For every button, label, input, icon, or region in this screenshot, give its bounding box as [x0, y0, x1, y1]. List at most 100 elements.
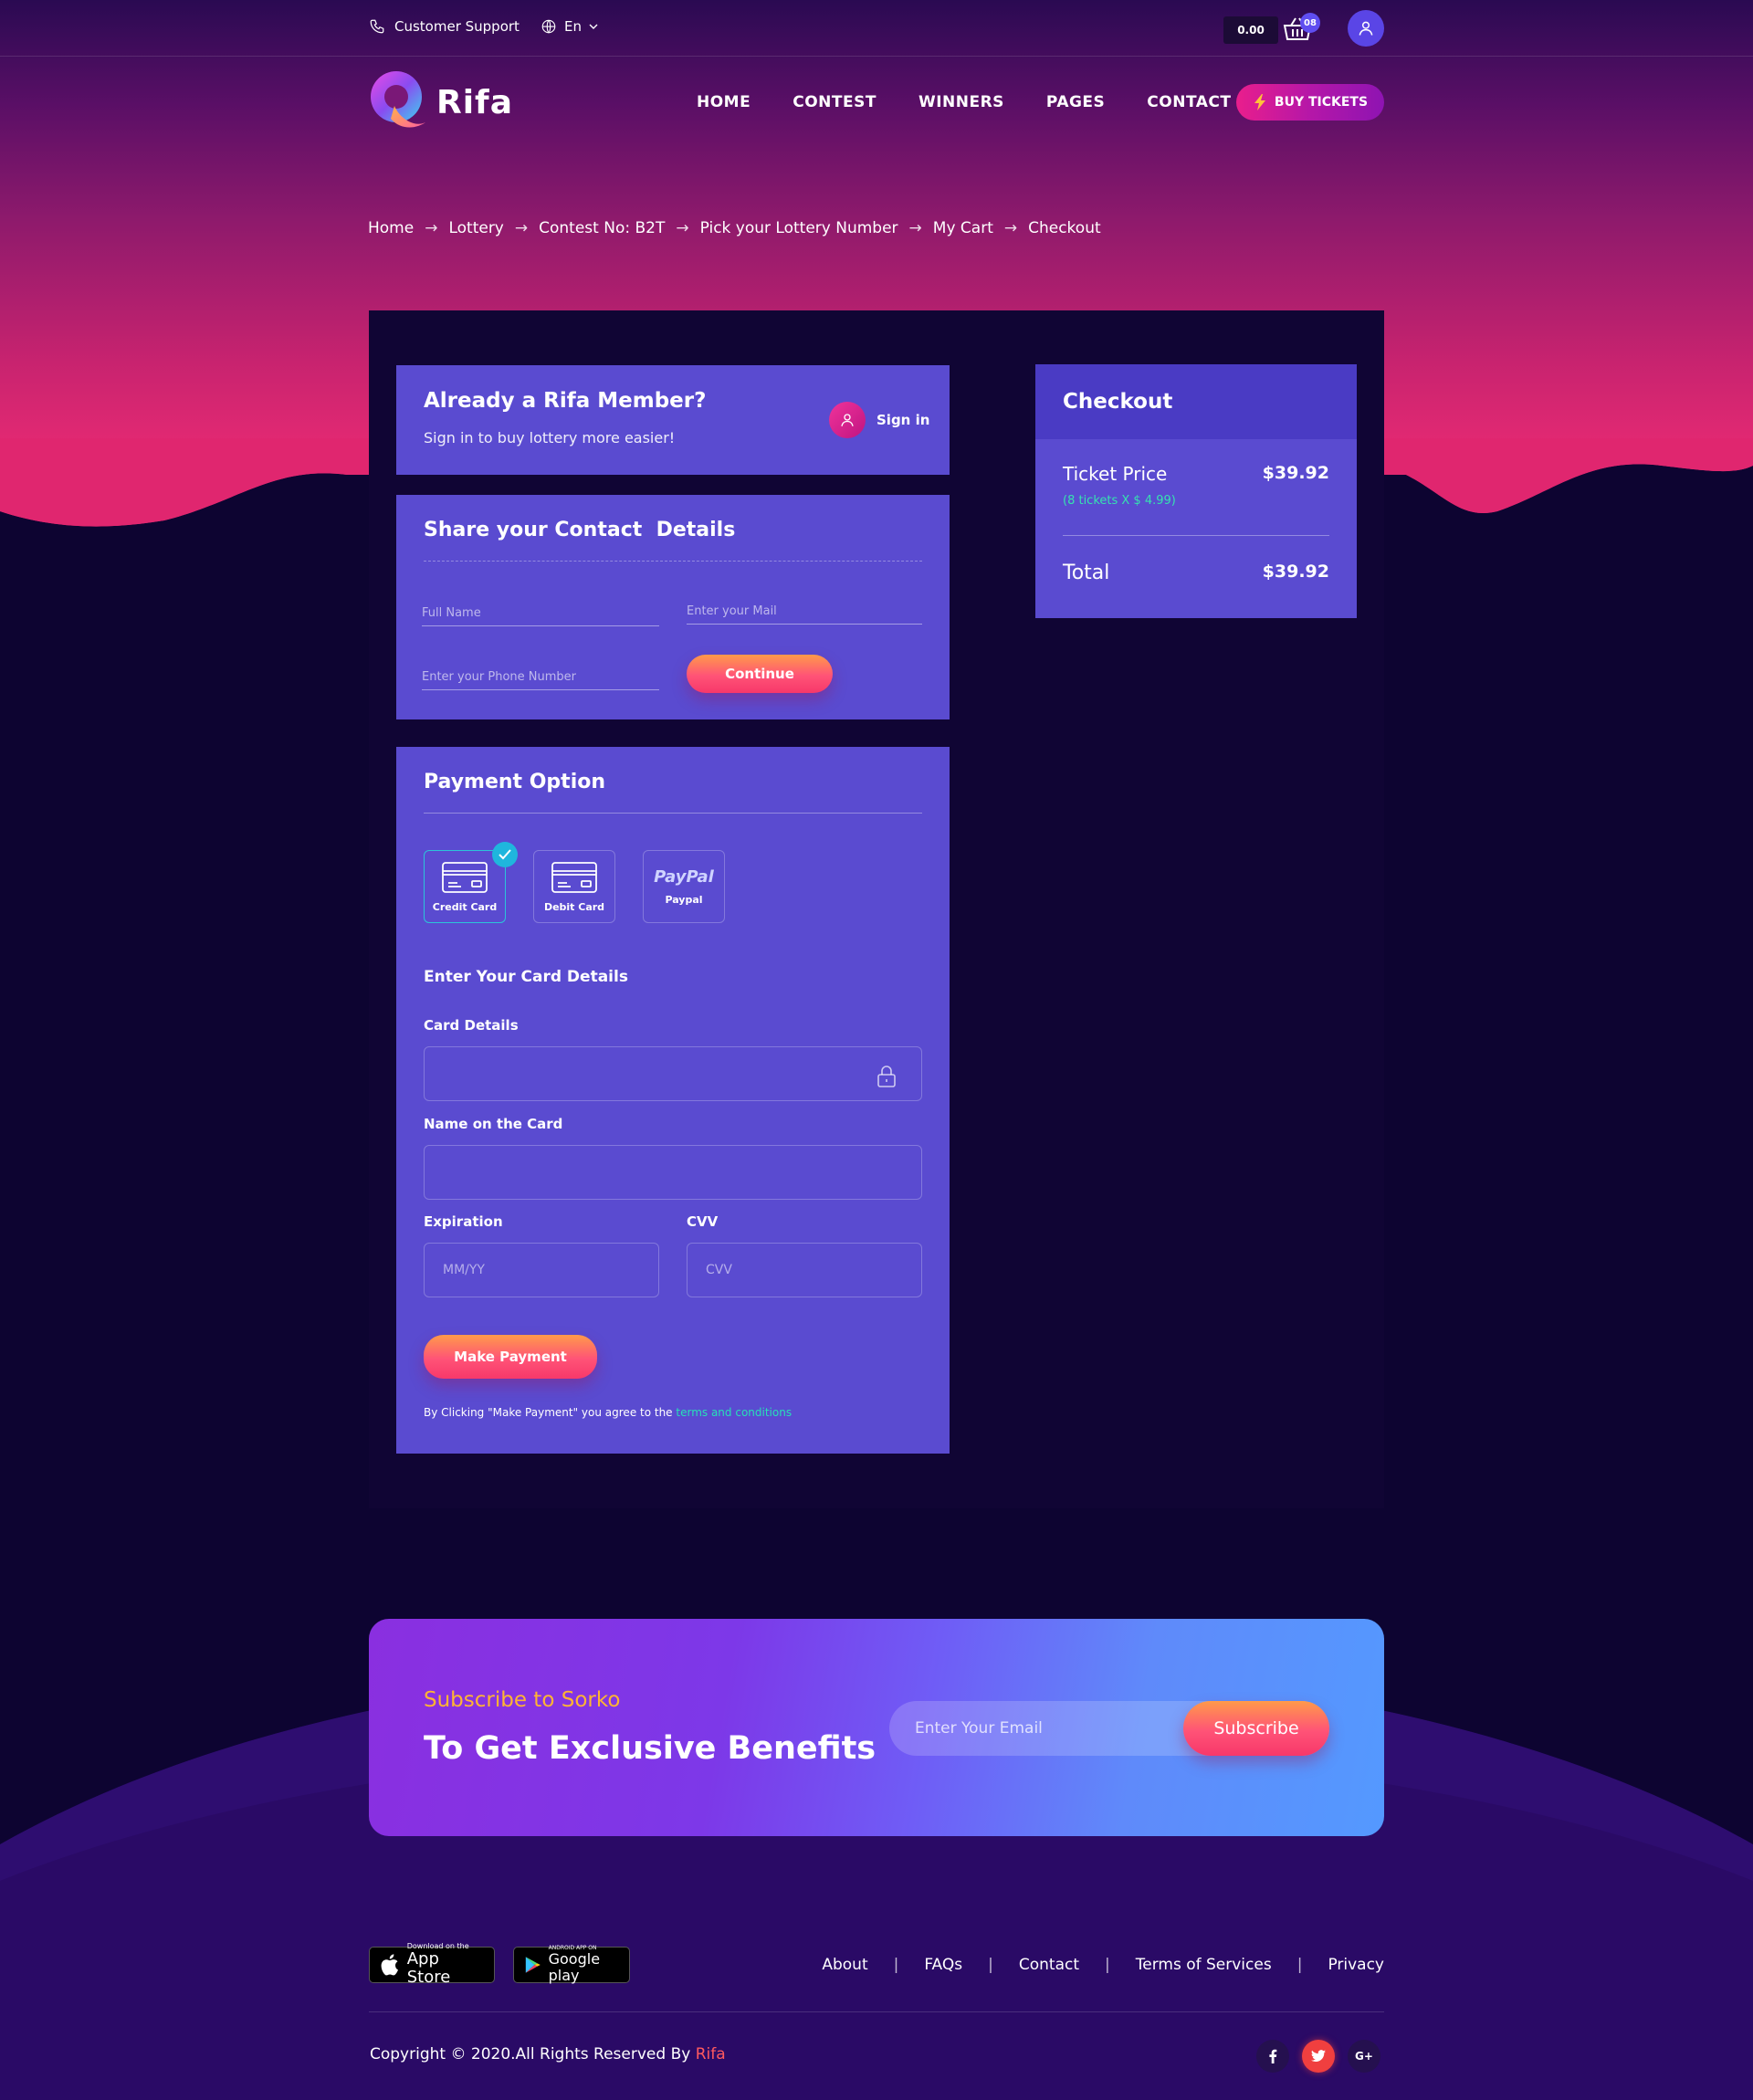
apple-icon: [381, 1954, 399, 1976]
google-plus-label: G+: [1355, 2050, 1373, 2063]
buy-tickets-label: BUY TICKETS: [1274, 95, 1369, 110]
footer-link-terms[interactable]: Terms of Services: [1136, 1956, 1272, 1974]
divider: [424, 561, 922, 562]
sign-in-avatar: [829, 402, 866, 438]
full-name-input[interactable]: [422, 593, 659, 626]
copyright: Copyright © 2020.All Rights Reserved By …: [370, 2045, 726, 2063]
phone-input[interactable]: [422, 657, 659, 690]
nav-pages[interactable]: PAGES: [1046, 93, 1105, 111]
phone-icon: [370, 19, 384, 34]
nav-winners[interactable]: WINNERS: [918, 93, 1004, 111]
payment-option-title: Payment Option: [424, 771, 606, 793]
brand-logo[interactable]: Rifa: [367, 68, 513, 137]
paypal-icon: PayPal: [654, 867, 714, 887]
subscribe-email-input[interactable]: [889, 1701, 1181, 1756]
divider: [424, 813, 922, 814]
arrow-right-icon: →: [514, 219, 529, 237]
customer-support-label: Customer Support: [394, 18, 520, 35]
globe-icon: [541, 19, 556, 34]
card-details-label: Card Details: [424, 1017, 519, 1034]
arrow-right-icon: →: [676, 219, 689, 237]
social-links: G+: [1256, 2040, 1380, 2073]
cvv-label: CVV: [687, 1213, 719, 1230]
terms-link[interactable]: terms and conditions: [676, 1406, 792, 1419]
main-nav: Rifa HOME CONTEST WINNERS PAGES CONTACT …: [0, 57, 1753, 148]
facebook-icon[interactable]: [1256, 2040, 1289, 2073]
subscribe-banner: Subscribe to Sorko To Get Exclusive Bene…: [369, 1619, 1384, 1836]
separator: |: [988, 1956, 993, 1974]
google-play-text: ANDROID APP ON Google play: [549, 1946, 618, 1983]
terms-text: By Clicking "Make Payment" you agree to …: [424, 1406, 677, 1419]
breadcrumb: Home → Lottery → Contest No: B2T → Pick …: [368, 219, 1101, 237]
user-account-button[interactable]: [1348, 10, 1384, 47]
nav-links: HOME CONTEST WINNERS PAGES CONTACT: [697, 93, 1273, 111]
subscribe-button[interactable]: Subscribe: [1183, 1701, 1329, 1756]
nav-contact[interactable]: CONTACT: [1147, 93, 1231, 111]
footer-link-faqs[interactable]: FAQs: [924, 1956, 962, 1974]
ticket-price-value: $39.92: [1262, 463, 1329, 483]
card-details-section-title: Enter Your Card Details: [424, 968, 628, 986]
user-icon: [1359, 21, 1373, 36]
google-plus-icon[interactable]: G+: [1348, 2040, 1380, 2073]
footer-link-about[interactable]: About: [822, 1956, 867, 1974]
name-on-card-input[interactable]: [424, 1145, 922, 1200]
chevron-down-icon: [589, 24, 598, 29]
card-details-input[interactable]: [424, 1046, 922, 1101]
payment-option-credit-card[interactable]: Credit Card: [424, 842, 518, 923]
lightning-icon: [1254, 94, 1265, 110]
footer-divider: [369, 2011, 1384, 2012]
sign-in-label: Sign in: [876, 412, 930, 428]
brand-name: Rifa: [436, 83, 514, 121]
breadcrumb-home[interactable]: Home: [368, 219, 414, 237]
breadcrumb-lottery[interactable]: Lottery: [448, 219, 503, 237]
google-play-button[interactable]: ANDROID APP ON Google play: [513, 1946, 630, 1983]
top-bar: Customer Support En 0.00 08: [0, 0, 1753, 57]
payment-option-debit-card[interactable]: Debit Card: [533, 850, 615, 923]
email-input[interactable]: [687, 592, 922, 625]
lock-icon: [877, 1066, 896, 1087]
footer-link-contact[interactable]: Contact: [1019, 1956, 1079, 1974]
payment-option-paypal[interactable]: PayPal Paypal: [643, 850, 725, 923]
cart-count-badge: 08: [1300, 13, 1320, 33]
nav-contest[interactable]: CONTEST: [793, 93, 876, 111]
breadcrumb-my-cart[interactable]: My Cart: [933, 219, 993, 237]
credit-card-icon: [442, 861, 488, 893]
continue-button[interactable]: Continue: [687, 655, 833, 693]
sign-in-button[interactable]: Sign in: [829, 402, 929, 438]
member-card: Already a Rifa Member? Sign in to buy lo…: [396, 365, 950, 475]
separator: |: [1296, 1956, 1303, 1974]
buy-tickets-button[interactable]: BUY TICKETS: [1236, 84, 1384, 121]
copyright-brand[interactable]: Rifa: [696, 2045, 726, 2063]
footer-link-privacy[interactable]: Privacy: [1328, 1956, 1384, 1974]
expiration-input[interactable]: [424, 1243, 659, 1297]
language-label: En: [564, 18, 582, 35]
app-store-text: Download on the App Store: [407, 1943, 483, 1987]
total-label: Total: [1063, 562, 1110, 584]
brand-logo-icon: [371, 71, 425, 128]
make-payment-button[interactable]: Make Payment: [424, 1335, 597, 1379]
checkout-header: Checkout: [1035, 364, 1357, 439]
app-store-big: App Store: [406, 1949, 451, 1987]
breadcrumb-pick-number[interactable]: Pick your Lottery Number: [700, 219, 898, 237]
customer-support-link[interactable]: Customer Support: [369, 18, 520, 35]
ticket-price-label: Ticket Price: [1063, 463, 1168, 485]
separator: |: [1105, 1956, 1110, 1974]
divider: [1063, 535, 1329, 536]
copyright-text: Copyright © 2020.All Rights Reserved By: [370, 2045, 696, 2063]
language-selector[interactable]: En: [541, 18, 598, 35]
breadcrumb-contest[interactable]: Contest No: B2T: [539, 219, 665, 237]
google-play-big: Google play: [548, 1950, 601, 1984]
checkout-title: Checkout: [1063, 390, 1173, 414]
payment-option-card: Payment Option Credit Card Debit Card Pa…: [396, 747, 950, 1454]
name-on-card-label: Name on the Card: [424, 1116, 563, 1132]
cvv-input[interactable]: [687, 1243, 922, 1297]
checkout-summary-card: Checkout Ticket Price $39.92 (8 tickets …: [1035, 364, 1357, 618]
nav-home[interactable]: HOME: [697, 93, 751, 111]
member-title: Already a Rifa Member?: [424, 389, 707, 413]
member-subtitle: Sign in to buy lottery more easier!: [424, 429, 676, 446]
twitter-icon[interactable]: [1302, 2040, 1335, 2073]
app-store-button[interactable]: Download on the App Store: [369, 1943, 495, 1986]
arrow-right-icon: →: [908, 219, 922, 237]
subscribe-kicker: Subscribe to Sorko: [424, 1688, 621, 1712]
separator: |: [893, 1956, 899, 1974]
